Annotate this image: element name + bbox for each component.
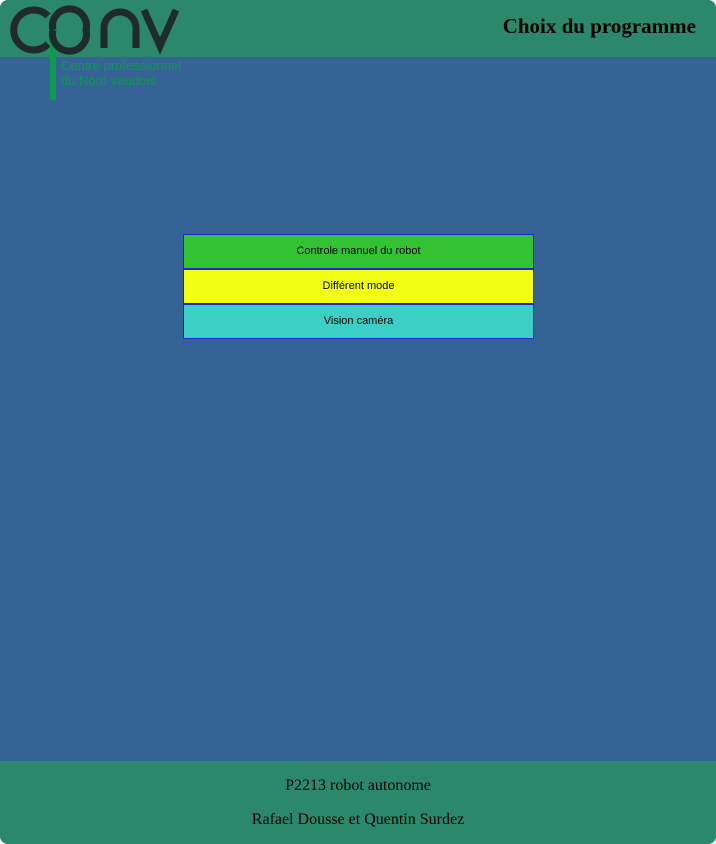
logo-tagline-line2: du Nord vaudois: [61, 73, 156, 88]
logo-tagline: Centre professionnel du Nord vaudois: [61, 58, 181, 88]
program-menu: Controle manuel du robot Différent mode …: [183, 234, 534, 339]
footer-authors: Rafael Dousse et Quentin Surdez: [251, 811, 465, 828]
page: Choix du programme Centre professionnel …: [0, 0, 716, 844]
different-mode-button[interactable]: Différent mode: [183, 269, 534, 304]
footer-project: P2213 robot autonome: [285, 777, 431, 794]
logo-tagline-line1: Centre professionnel: [61, 58, 181, 73]
cpnv-logo: Centre professionnel du Nord vaudois: [0, 0, 200, 102]
page-title: Choix du programme: [502, 14, 696, 38]
manual-control-button[interactable]: Controle manuel du robot: [183, 234, 534, 269]
camera-vision-button[interactable]: Vision caméra: [183, 304, 534, 339]
footer-bar: P2213 robot autonome Rafael Dousse et Qu…: [0, 761, 716, 844]
